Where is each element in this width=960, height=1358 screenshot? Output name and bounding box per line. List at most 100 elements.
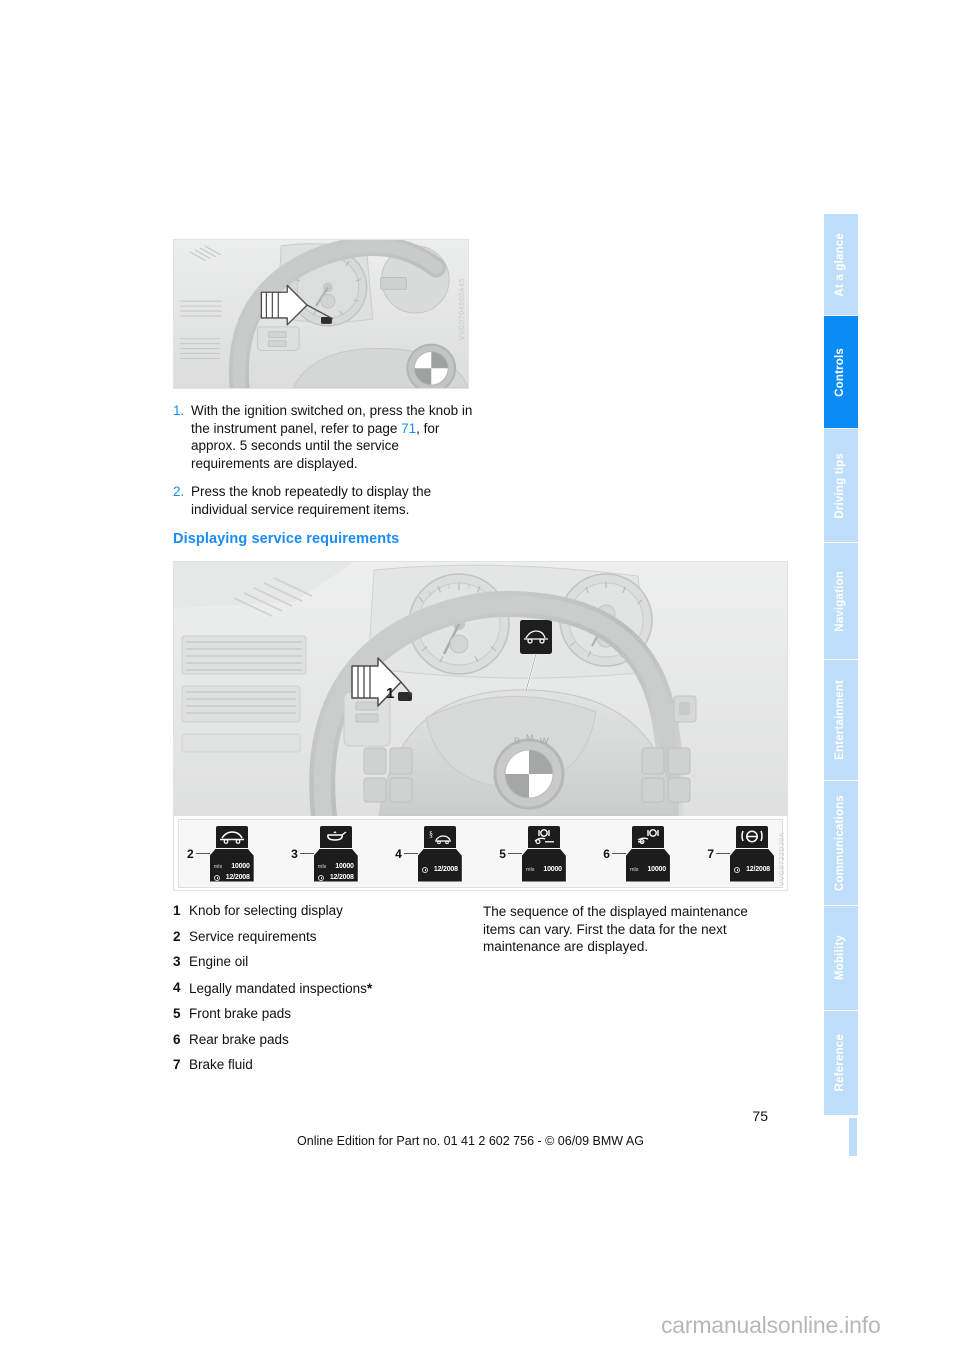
edition-footer: Online Edition for Part no. 01 41 2 602 …	[297, 1134, 644, 1148]
date-value: 12/2008	[225, 873, 250, 881]
legal-inspection-glyph: §	[429, 830, 451, 844]
section-tab-sidebar[interactable]: At a glance Controls Driving tips Naviga…	[824, 214, 858, 1115]
instrument-panel-photo	[174, 240, 468, 388]
legend-label: Legally mandated inspections*	[189, 979, 373, 996]
display-values: mls 10000 12/2008	[209, 848, 254, 882]
front-brake-pad-icon	[527, 825, 560, 848]
clock-icon	[317, 874, 324, 881]
footer-accent-bar	[849, 1118, 857, 1156]
sidebar-tab-label: Entertainment	[834, 680, 847, 760]
car-hood-service-icon	[215, 825, 248, 848]
svg-text:B: B	[514, 736, 520, 746]
asterisk-marker: *	[366, 979, 373, 996]
legend-item: 1 Knob for selecting display	[173, 903, 473, 919]
legend-number: 3	[173, 954, 181, 969]
rear-brake-pads-display: mls 10000	[625, 825, 670, 882]
service-display-icon-strip: 2 mls 10000 12/2008 3 mls 10000 12/2008 …	[178, 819, 783, 888]
legend-number: 2	[173, 928, 181, 944]
legend-number: 7	[173, 1057, 181, 1072]
clock-icon	[421, 866, 428, 873]
section-heading: Displaying service requirements	[173, 531, 400, 547]
bmw-roundel-icon	[406, 343, 457, 388]
sidebar-tab-communications[interactable]: Communications	[824, 781, 858, 905]
unit-label: mls	[213, 863, 223, 870]
figure-code: VVG0722DJ0A	[779, 831, 786, 886]
display-values: 12/2008	[730, 848, 774, 882]
leader-line	[299, 852, 314, 855]
brake-fluid-glyph	[741, 830, 763, 843]
sidebar-tab-label: Driving tips	[834, 452, 847, 519]
figure-instrument-panel-knob: VVG0704500A45	[173, 239, 469, 389]
sidebar-tab-navigation[interactable]: Navigation	[824, 543, 858, 659]
legend-number: 6	[173, 1031, 181, 1047]
step-text: Press the knob repeatedly to display the…	[191, 484, 432, 517]
legend-label: Front brake pads	[189, 1006, 292, 1021]
callout-number-1: 1	[386, 685, 394, 702]
sequence-note: The sequence of the displayed maintenanc…	[483, 904, 748, 954]
sidebar-tab-label: Reference	[834, 1034, 847, 1092]
legend-label: Service requirements	[189, 928, 317, 944]
legend-label: Knob for selecting display	[189, 903, 343, 918]
display-values: mls 10000 12/2008	[313, 848, 358, 882]
manual-page: At a glance Controls Driving tips Naviga…	[0, 0, 960, 1358]
sidebar-tab-driving-tips[interactable]: Driving tips	[824, 429, 858, 542]
unit-label: mls	[317, 863, 327, 870]
clock-icon	[734, 866, 740, 873]
brake-fluid-display: 12/2008	[730, 825, 774, 882]
instruction-step: 2. Press the knob repeatedly to display …	[173, 483, 473, 518]
steering-wheel-illustration: B M W 1	[174, 562, 787, 816]
step-number: 2.	[173, 484, 185, 499]
leader-line	[195, 852, 210, 855]
legend-label: Engine oil	[189, 954, 249, 969]
sidebar-tab-entertainment[interactable]: Entertainment	[824, 660, 858, 780]
oil-can-glyph	[326, 831, 347, 841]
step-number: 1.	[173, 403, 185, 418]
legend-item: 4 Legally mandated inspections*	[173, 980, 473, 997]
sidebar-tab-label: Controls	[834, 347, 847, 397]
display-values: 12/2008	[417, 848, 462, 882]
figure-service-requirements: B M W 1 2 mls 10000 12/2008 3 mls 10000 …	[173, 561, 788, 891]
sidebar-tab-label: Navigation	[834, 570, 847, 632]
date-value: 12/2008	[329, 873, 354, 881]
service-display-screen	[520, 620, 552, 654]
legend-number: 4	[173, 979, 181, 995]
display-values: mls 10000	[625, 848, 670, 882]
unit-label: mls	[525, 866, 535, 873]
steering-wheel-photo: B M W 1	[174, 562, 787, 816]
callout-number: 3	[291, 846, 298, 861]
callout-number: 4	[395, 846, 402, 861]
svg-text:§: §	[429, 830, 433, 839]
display-values: mls 10000	[521, 848, 566, 882]
svg-text:M: M	[526, 733, 534, 743]
callout-number: 2	[187, 846, 194, 861]
legend-label: Brake fluid	[189, 1057, 253, 1072]
display-item-5: 5 mls 10000	[499, 825, 566, 882]
page-number: 75	[752, 1108, 768, 1124]
display-item-3: 3 mls 10000 12/2008	[291, 825, 358, 882]
figure-code: VVG0704500A45	[459, 278, 466, 341]
legal-inspection-display: § 12/2008	[417, 825, 462, 882]
figure-legend-list: 1 Knob for selecting display 2 Service r…	[173, 903, 473, 1083]
legend-number: 5	[173, 1006, 181, 1021]
leader-line	[403, 852, 418, 855]
legal-inspection-car-icon: §	[423, 825, 456, 848]
distance-value: 10000	[335, 862, 354, 870]
instruction-step: 1. With the ignition switched on, press …	[173, 402, 473, 472]
callout-number: 6	[603, 846, 610, 861]
oil-can-icon	[319, 825, 352, 848]
sidebar-tab-controls[interactable]: Controls	[824, 316, 858, 428]
sidebar-tab-reference[interactable]: Reference	[824, 1011, 858, 1115]
unit-label: mls	[629, 866, 639, 873]
leader-line	[716, 852, 730, 855]
leader-line	[611, 852, 626, 855]
distance-value: 10000	[231, 862, 250, 870]
brake-fluid-icon	[736, 825, 768, 848]
legend-item: 6 Rear brake pads	[173, 1032, 473, 1048]
car-hood-service-glyph	[219, 831, 244, 844]
callout-number: 5	[499, 846, 506, 861]
page-reference-link[interactable]: 71	[401, 421, 416, 436]
distance-value: 10000	[647, 865, 666, 873]
sidebar-tab-mobility[interactable]: Mobility	[824, 906, 858, 1010]
service-requirements-display: mls 10000 12/2008	[209, 825, 254, 882]
sidebar-tab-at-a-glance[interactable]: At a glance	[824, 214, 858, 315]
